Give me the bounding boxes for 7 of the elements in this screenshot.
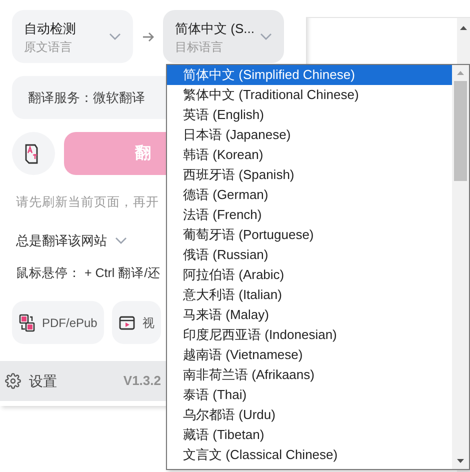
- version-text: V1.3.2: [123, 372, 161, 390]
- language-label: 目标语言: [175, 38, 224, 54]
- hint-text: 请先刷新当前页面，再开: [16, 194, 159, 211]
- hover-setting-text: 鼠标悬停： + Ctrl 翻译/还: [16, 265, 161, 282]
- language-value: 简体中文 (S...: [175, 20, 254, 38]
- language-value: 自动检测: [24, 20, 76, 38]
- language-label: 原文语言: [24, 38, 73, 54]
